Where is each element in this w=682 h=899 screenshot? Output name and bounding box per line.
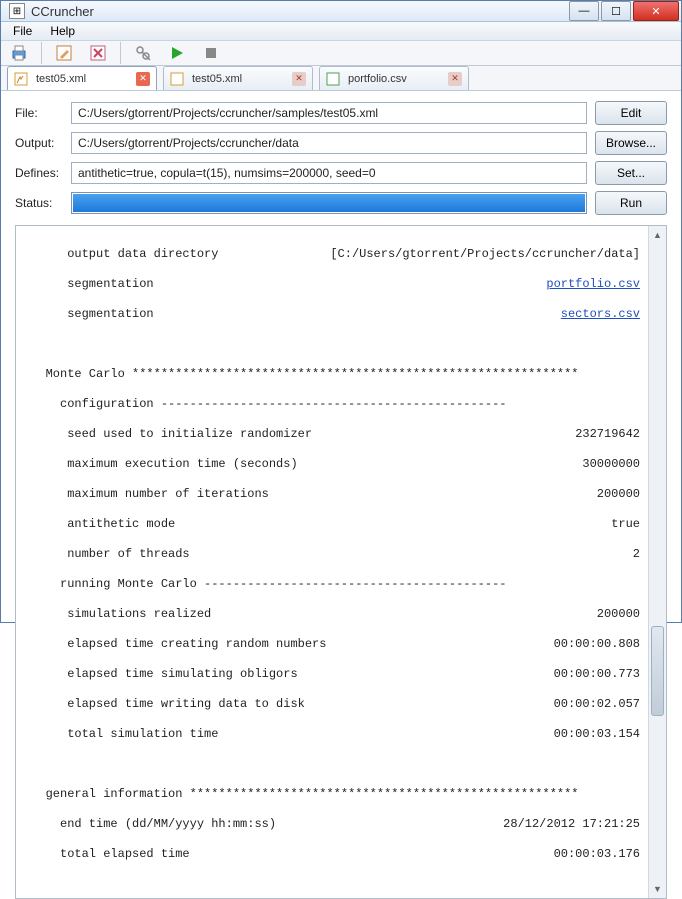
status-progressbar <box>71 192 587 214</box>
tab-close-icon[interactable]: ✕ <box>448 72 462 86</box>
tab-file-3[interactable]: portfolio.csv ✕ <box>319 66 469 90</box>
defines-label: Defines: <box>15 166 63 180</box>
xml-icon <box>14 72 28 86</box>
print-icon[interactable] <box>7 41 31 65</box>
run-button[interactable]: Run <box>595 191 667 215</box>
output-input[interactable] <box>71 132 587 154</box>
window-controls: — ☐ ✕ <box>569 1 679 21</box>
app-icon: ⊞ <box>9 3 25 19</box>
file-input[interactable] <box>71 102 587 124</box>
delete-icon[interactable] <box>86 41 110 65</box>
tab-label: test05.xml <box>36 73 128 85</box>
edit-icon[interactable] <box>52 41 76 65</box>
file-label: File: <box>15 106 63 120</box>
scroll-up-icon[interactable]: ▲ <box>649 226 666 244</box>
toolbar <box>1 41 681 66</box>
portfolio-link[interactable]: portfolio.csv <box>546 277 640 292</box>
scrollbar[interactable]: ▲ ▼ <box>648 226 666 898</box>
menu-file[interactable]: File <box>5 22 40 40</box>
tab-close-icon[interactable]: ✕ <box>136 72 150 86</box>
defines-input[interactable] <box>71 162 587 184</box>
output-label: Output: <box>15 136 63 150</box>
window-title: CCruncher <box>31 4 569 19</box>
titlebar: ⊞ CCruncher — ☐ ✕ <box>1 1 681 22</box>
scroll-down-icon[interactable]: ▼ <box>649 880 666 898</box>
output-log: output data directory[C:/Users/gtorrent/… <box>16 226 648 898</box>
close-button[interactable]: ✕ <box>633 1 679 21</box>
tab-file-1[interactable]: test05.xml ✕ <box>7 66 157 90</box>
app-window: ⊞ CCruncher — ☐ ✕ File Help test05.xml ✕… <box>0 0 682 623</box>
maximize-button[interactable]: ☐ <box>601 1 631 21</box>
minimize-button[interactable]: — <box>569 1 599 21</box>
output-panel: output data directory[C:/Users/gtorrent/… <box>15 225 667 899</box>
sectors-link[interactable]: sectors.csv <box>561 307 640 322</box>
config-form: File: Edit Output: Browse... Defines: Se… <box>1 91 681 221</box>
set-button[interactable]: Set... <box>595 161 667 185</box>
edit-button[interactable]: Edit <box>595 101 667 125</box>
stop-icon[interactable] <box>199 41 223 65</box>
tab-file-2[interactable]: test05.xml ✕ <box>163 66 313 90</box>
settings-icon[interactable] <box>131 41 155 65</box>
menubar: File Help <box>1 22 681 41</box>
run-icon[interactable] <box>165 41 189 65</box>
xml-icon <box>170 72 184 86</box>
tab-label: portfolio.csv <box>348 73 440 85</box>
browse-button[interactable]: Browse... <box>595 131 667 155</box>
tab-close-icon[interactable]: ✕ <box>292 72 306 86</box>
tabstrip: test05.xml ✕ test05.xml ✕ portfolio.csv … <box>1 66 681 91</box>
status-label: Status: <box>15 196 63 210</box>
scroll-thumb[interactable] <box>651 626 664 716</box>
csv-icon <box>326 72 340 86</box>
scroll-track[interactable] <box>649 244 666 880</box>
tab-label: test05.xml <box>192 73 284 85</box>
menu-help[interactable]: Help <box>42 22 83 40</box>
